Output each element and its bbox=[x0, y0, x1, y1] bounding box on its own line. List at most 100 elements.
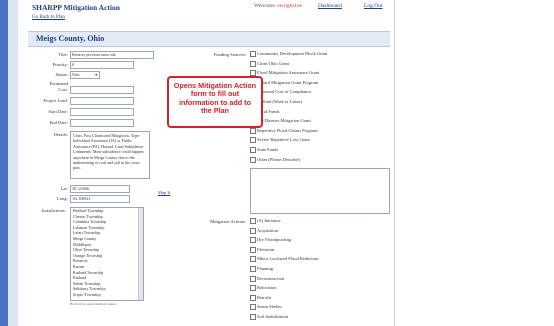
long-input[interactable]: -82.168923 bbox=[70, 195, 130, 203]
mitigation-action-item[interactable]: Elevation bbox=[250, 246, 275, 253]
mitigation-action-checkbox[interactable] bbox=[250, 237, 256, 244]
header-bar: SHARPP Mitigation Action Welcome: swrigh… bbox=[18, 0, 394, 14]
mitigation-action-checkbox[interactable] bbox=[250, 304, 256, 311]
mitigation-action-checkbox[interactable] bbox=[250, 314, 256, 320]
county-title: Meigs County, Ohio bbox=[36, 34, 105, 43]
project-lead-input[interactable] bbox=[70, 97, 134, 105]
logout-link[interactable]: Log Out bbox=[364, 3, 383, 9]
funding-source-label: Clean Ohio Grant bbox=[257, 60, 289, 66]
lat-label: Lat: bbox=[60, 186, 68, 191]
jurisdiction-option[interactable]: Scipio Township bbox=[71, 292, 143, 298]
long-label: Long: bbox=[57, 196, 68, 201]
mitigation-action-label: Relocation bbox=[257, 285, 277, 291]
end-date-input[interactable] bbox=[70, 119, 134, 127]
mitigation-action-checkbox[interactable] bbox=[250, 285, 256, 292]
funding-source-item[interactable]: Repetitive Flood Claims Program bbox=[250, 127, 318, 134]
funding-sources-label: Funding Sources: bbox=[213, 52, 246, 57]
mitigation-action-item[interactable]: Relocation bbox=[250, 285, 277, 292]
mitigation-action-item[interactable]: (A) Initiative bbox=[250, 218, 281, 224]
funding-source-checkbox[interactable] bbox=[250, 147, 256, 153]
welcome-text: Welcome: swright1oe bbox=[254, 3, 302, 9]
mitigation-action-checkbox[interactable] bbox=[250, 227, 256, 234]
jurisdictions-hint: Hold ctrl to select multiple values bbox=[70, 302, 116, 306]
funding-source-checkbox[interactable] bbox=[250, 137, 256, 144]
mitigation-action-item[interactable]: Retrofit bbox=[250, 294, 271, 301]
welcome-label: Welcome: bbox=[254, 3, 277, 9]
mitigation-action-checkbox[interactable] bbox=[250, 246, 256, 253]
chevron-down-icon: ▼ bbox=[94, 73, 98, 77]
status-value: New bbox=[72, 72, 80, 77]
mitigation-action-checkbox[interactable] bbox=[250, 294, 256, 301]
mitigation-action-page: SHARPP Mitigation Action Welcome: swrigh… bbox=[18, 0, 395, 326]
mitigation-action-item[interactable]: Storm Shelter bbox=[250, 304, 282, 311]
funding-source-label: Community Development Block Grant bbox=[257, 51, 328, 57]
funding-source-label: Pre-Disaster Mitigation Grant bbox=[257, 118, 311, 124]
mitigation-action-item[interactable]: Planning bbox=[250, 266, 273, 272]
status-label: Status: bbox=[55, 72, 68, 77]
details-textarea[interactable]: Class: Past Claims and Mitigation. Type:… bbox=[70, 131, 150, 179]
listbox-scrollbar[interactable] bbox=[138, 208, 143, 300]
mitigation-action-label: Minor Localized Flood Reduction bbox=[257, 256, 319, 262]
funding-source-item[interactable]: Clean Ohio Grant bbox=[250, 60, 289, 67]
funding-source-checkbox[interactable] bbox=[250, 127, 256, 134]
mitigation-action-label: Planning bbox=[257, 266, 274, 272]
estimated-cost-label-2: Cost: bbox=[58, 87, 68, 92]
title-label: Title: bbox=[58, 52, 68, 57]
page-background bbox=[394, 0, 554, 326]
mitigation-action-label: Dry Floodproofing bbox=[257, 237, 292, 243]
lat-input[interactable]: 39.121666 bbox=[70, 185, 130, 193]
mitigation-action-checkbox[interactable] bbox=[250, 256, 256, 263]
app-title: SHARPP Mitigation Action bbox=[32, 3, 120, 12]
other-description-textarea[interactable] bbox=[250, 168, 390, 214]
funding-source-checkbox[interactable] bbox=[250, 51, 256, 57]
funding-source-label: Increased Cost of Compliance bbox=[257, 89, 312, 95]
mitigation-action-item[interactable]: Soil Stabilization bbox=[250, 314, 288, 320]
funding-source-label: Severe Repetitive Loss Grant bbox=[257, 137, 310, 143]
priority-input[interactable]: 0 bbox=[70, 61, 134, 69]
estimated-cost-label-1: Estimated bbox=[49, 81, 68, 86]
mitigation-action-label: Reconstruction bbox=[257, 275, 285, 281]
end-date-label: End Date: bbox=[49, 120, 69, 125]
title-input[interactable]: Remove previous mine sub bbox=[70, 51, 154, 59]
funding-source-checkbox[interactable] bbox=[250, 60, 256, 67]
funding-source-label: Other (Please Describe) bbox=[257, 156, 300, 162]
left-panel-edge bbox=[8, 0, 18, 326]
mitigation-action-label: Acquisition bbox=[257, 227, 278, 233]
mitigation-action-label: Elevation bbox=[257, 246, 275, 252]
mitigation-action-item[interactable]: Minor Localized Flood Reduction bbox=[250, 256, 319, 263]
mitigation-action-label: (A) Initiative bbox=[257, 218, 281, 224]
funding-source-label: State Funds bbox=[257, 147, 279, 153]
mitigation-action-item[interactable]: Acquisition bbox=[250, 227, 278, 234]
mitigation-action-label: Storm Shelter bbox=[257, 304, 282, 310]
project-lead-label: Project Lead: bbox=[43, 98, 68, 103]
funding-source-item[interactable]: Severe Repetitive Loss Grant bbox=[250, 137, 310, 144]
map-it-link[interactable]: Map It bbox=[158, 190, 170, 195]
funding-source-item[interactable]: Community Development Block Grant bbox=[250, 51, 327, 57]
mitigation-action-item[interactable]: Reconstruction bbox=[250, 275, 285, 282]
funding-source-label: Hazard Mitigation Grant Program bbox=[257, 79, 319, 85]
funding-source-item[interactable]: Other (Please Describe) bbox=[250, 156, 300, 163]
mitigation-action-checkbox[interactable] bbox=[250, 218, 256, 224]
mitigation-actions-label: Mitigation Actions: bbox=[210, 219, 246, 224]
start-date-label: Start Date: bbox=[48, 109, 68, 114]
funding-source-checkbox[interactable] bbox=[250, 156, 256, 163]
welcome-user: swright1oe bbox=[277, 3, 302, 9]
jurisdictions-listbox[interactable]: Bedford Township Chester Township Columbia… bbox=[70, 207, 144, 301]
dashboard-link[interactable]: Dashboard bbox=[318, 3, 342, 9]
funding-source-label: Repetitive Flood Claims Program bbox=[257, 127, 318, 133]
estimated-cost-input[interactable] bbox=[70, 86, 134, 94]
priority-label: Priority: bbox=[52, 62, 68, 67]
mitigation-action-checkbox[interactable] bbox=[250, 275, 256, 282]
jurisdictions-label: Jurisdictions: bbox=[41, 208, 66, 213]
mitigation-action-item[interactable]: Dry Floodproofing bbox=[250, 237, 292, 244]
status-select[interactable]: New ▼ bbox=[70, 71, 100, 79]
mitigation-action-checkbox[interactable] bbox=[250, 266, 256, 272]
details-label: Details: bbox=[53, 132, 68, 137]
mitigation-action-label: Retrofit bbox=[257, 294, 271, 300]
funding-source-label: In-Kind (Work or Labor) bbox=[257, 99, 302, 105]
back-to-plan-link[interactable]: Go Back to Plan bbox=[32, 15, 65, 20]
jurisdictions-list: Bedford Township Chester Township Columbia… bbox=[71, 208, 143, 298]
mitigation-action-label: Soil Stabilization bbox=[257, 314, 289, 320]
funding-source-item[interactable]: State Funds bbox=[250, 147, 278, 153]
start-date-input[interactable] bbox=[70, 108, 134, 116]
